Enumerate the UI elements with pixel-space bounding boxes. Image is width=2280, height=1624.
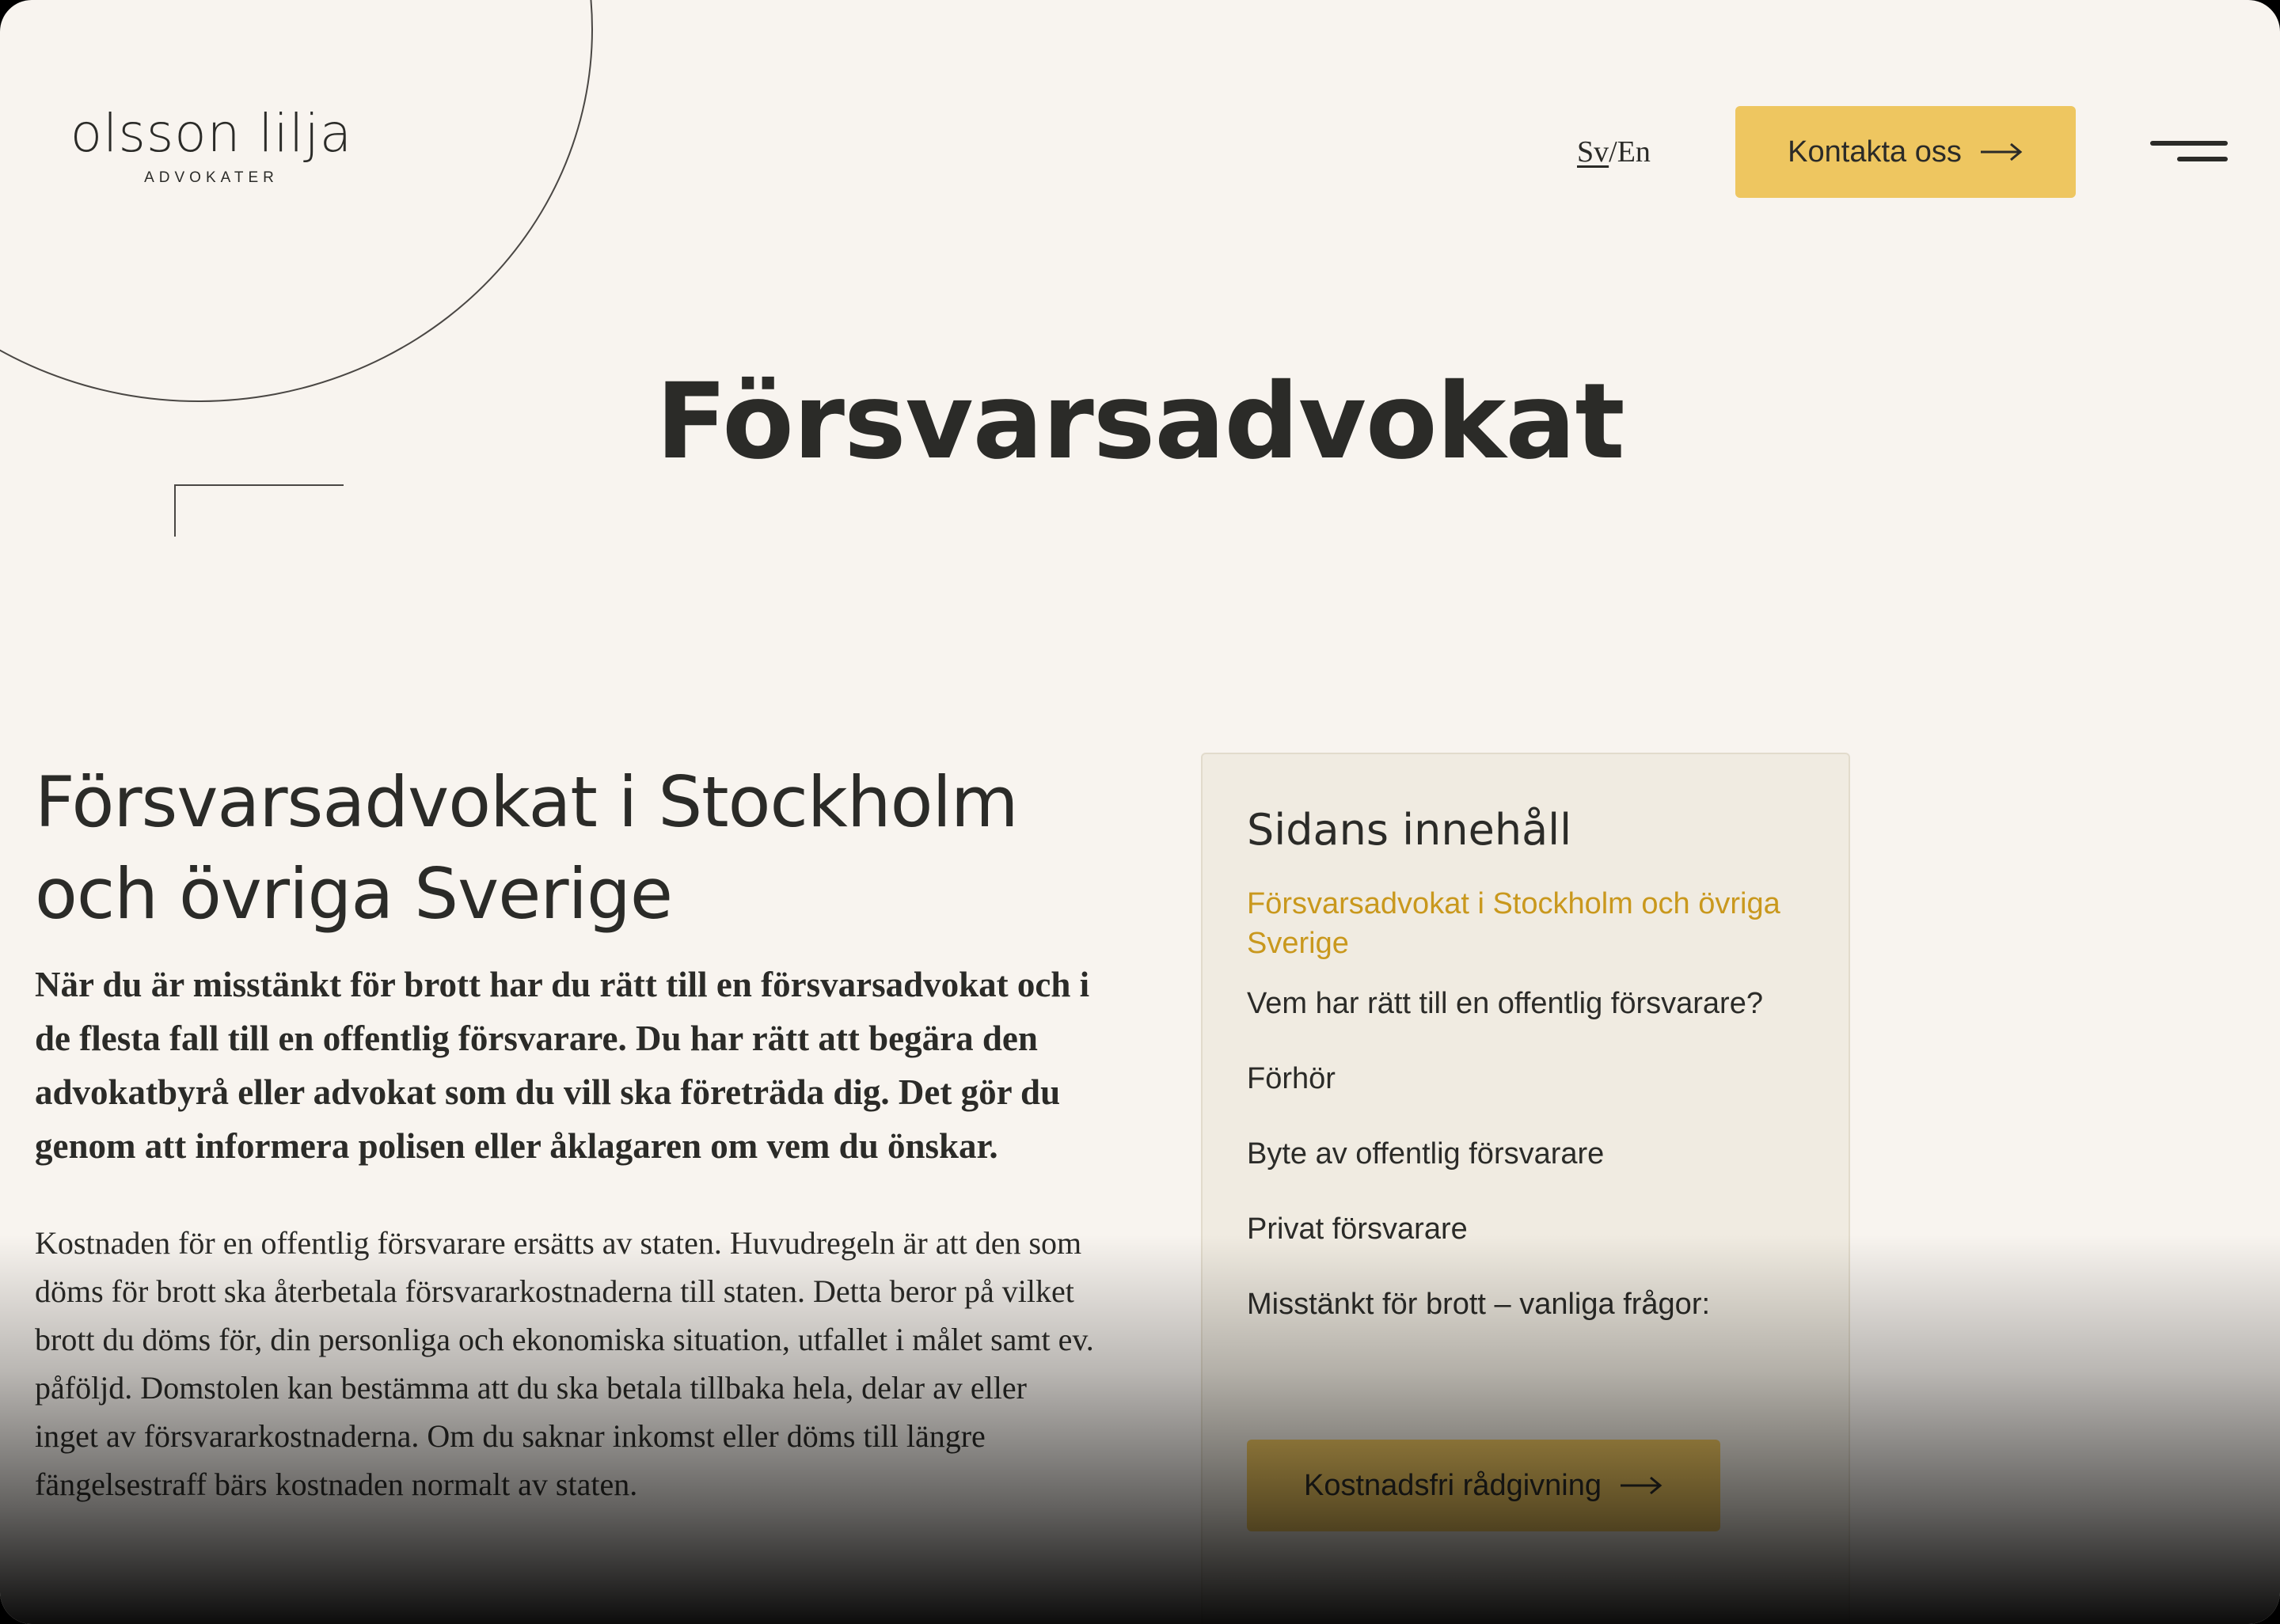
page: olsson lilja ADVOKATER Sv/En Kontakta os… [0, 0, 2280, 1624]
toc-item-offentlig-forsvarare[interactable]: Vem har rätt till en offentlig försvarar… [1247, 984, 1804, 1023]
arrow-right-icon [1621, 1476, 1662, 1495]
toc-item-byte-forsvarare[interactable]: Byte av offentlig försvarare [1247, 1134, 1804, 1174]
logo-subtitle: ADVOKATER [144, 169, 279, 186]
menu-bar-bottom [2177, 157, 2228, 161]
language-separator: / [1609, 135, 1617, 169]
arrow-right-icon [1980, 142, 2023, 161]
hamburger-menu-icon[interactable] [2150, 139, 2228, 166]
logo[interactable]: olsson lilja ADVOKATER [68, 108, 355, 187]
decorative-corner-line [174, 484, 344, 537]
toc-title: Sidans innehåll [1247, 805, 1572, 855]
article-body: Kostnaden för en offentlig försvarare er… [35, 1225, 1094, 1502]
page-title: Försvarsadvokat [656, 361, 1624, 483]
toc-list: Försvarsadvokat i Stockholm och övriga S… [1247, 884, 1804, 1324]
free-consultation-button[interactable]: Kostnadsfri rådgivning [1247, 1440, 1720, 1531]
article-lead: När du är misstänkt för brott har du rät… [35, 965, 1090, 1166]
contact-button[interactable]: Kontakta oss [1735, 106, 2076, 198]
contact-button-label: Kontakta oss [1788, 135, 1962, 169]
logo-name: olsson lilja [70, 103, 353, 164]
toc-item-forhor[interactable]: Förhör [1247, 1059, 1804, 1098]
article-heading: Försvarsadvokat i Stockholm och övriga S… [35, 761, 1019, 935]
toc-item-forsvarsadvokat-stockholm[interactable]: Försvarsadvokat i Stockholm och övriga S… [1247, 884, 1804, 963]
language-switcher: Sv/En [1577, 135, 1651, 169]
table-of-contents: Sidans innehåll Försvarsadvokat i Stockh… [1201, 753, 1850, 1624]
toc-item-vanliga-fragor[interactable]: Misstänkt för brott – vanliga frågor: [1247, 1284, 1804, 1324]
article: Försvarsadvokat i Stockholm och övriga S… [35, 757, 1096, 1508]
language-sv-link[interactable]: Sv [1577, 135, 1609, 169]
free-consultation-label: Kostnadsfri rådgivning [1304, 1468, 1602, 1502]
toc-item-privat-forsvarare[interactable]: Privat försvarare [1247, 1209, 1804, 1249]
language-en-link[interactable]: En [1617, 135, 1651, 169]
decorative-circle [0, 0, 593, 402]
menu-bar-top [2150, 141, 2228, 146]
